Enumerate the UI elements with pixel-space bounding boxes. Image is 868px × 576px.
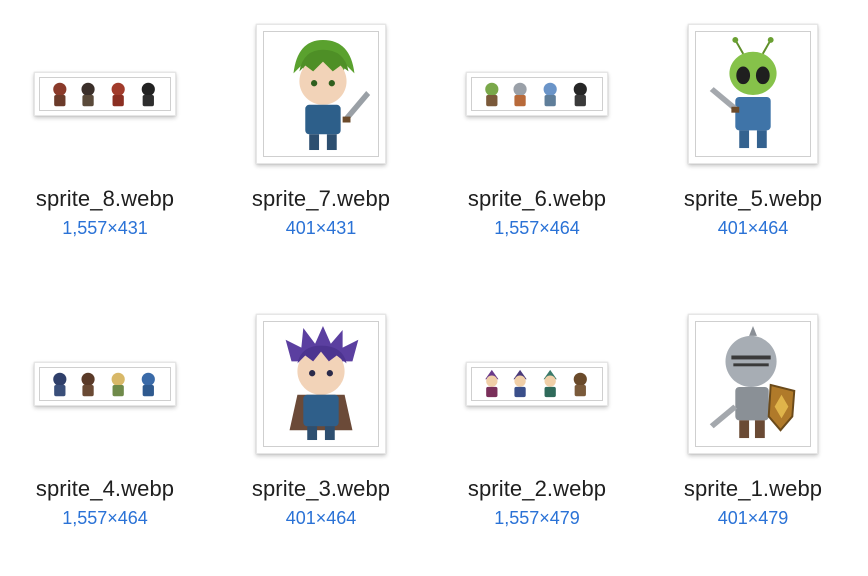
sprite-strip-image [39, 77, 171, 111]
file-dimensions: 401×431 [285, 218, 357, 238]
character-image [695, 31, 811, 157]
character-image [263, 31, 379, 157]
file-name: sprite_6.webp [467, 186, 607, 211]
file-name: sprite_5.webp [683, 186, 823, 211]
sprite-strip-image [39, 367, 171, 401]
adventurer-party-sprite-thumbnail[interactable] [34, 362, 176, 406]
green-hair-swordsman-thumbnail[interactable] [256, 24, 386, 164]
file-item-sprite-1[interactable]: sprite_1.webp 401×479 [658, 290, 848, 540]
file-name: sprite_3.webp [251, 476, 391, 501]
file-name: sprite_4.webp [35, 476, 175, 501]
wizard-party-sprite-thumbnail[interactable] [466, 362, 608, 406]
character-image [263, 321, 379, 447]
green-alien-thumbnail[interactable] [688, 24, 818, 164]
file-name: sprite_8.webp [35, 186, 175, 211]
file-dimensions: 1,557×464 [494, 218, 580, 238]
file-dimensions: 401×464 [285, 508, 357, 528]
file-dimensions: 1,557×431 [62, 218, 148, 238]
character-image [695, 321, 811, 447]
file-item-sprite-2[interactable]: sprite_2.webp 1,557×479 [442, 290, 632, 540]
file-name: sprite_2.webp [467, 476, 607, 501]
file-item-sprite-5[interactable]: sprite_5.webp 401×464 [658, 0, 848, 250]
file-name: sprite_7.webp [251, 186, 391, 211]
ninja-squad-sprite-thumbnail[interactable] [34, 72, 176, 116]
purple-hair-hero-thumbnail[interactable] [256, 314, 386, 454]
armored-knight-thumbnail[interactable] [688, 314, 818, 454]
file-item-sprite-8[interactable]: sprite_8.webp 1,557×431 [10, 0, 200, 250]
file-item-sprite-7[interactable]: sprite_7.webp 401×431 [226, 0, 416, 250]
alien-robot-sprite-thumbnail[interactable] [466, 72, 608, 116]
file-item-sprite-3[interactable]: sprite_3.webp 401×464 [226, 290, 416, 540]
file-dimensions: 1,557×464 [62, 508, 148, 528]
sprite-strip-image [471, 77, 603, 111]
sprite-strip-image [471, 367, 603, 401]
file-name: sprite_1.webp [683, 476, 823, 501]
file-dimensions: 401×479 [717, 508, 789, 528]
file-item-sprite-4[interactable]: sprite_4.webp 1,557×464 [10, 290, 200, 540]
file-dimensions: 401×464 [717, 218, 789, 238]
file-grid: sprite_8.webp 1,557×431 sprite_7.webp 40… [0, 0, 868, 576]
file-dimensions: 1,557×479 [494, 508, 580, 528]
file-item-sprite-6[interactable]: sprite_6.webp 1,557×464 [442, 0, 632, 250]
